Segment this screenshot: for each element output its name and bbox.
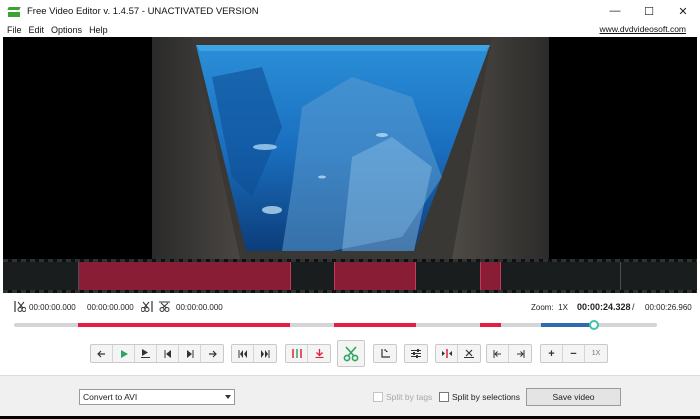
adjust-button[interactable]	[405, 345, 427, 362]
arrow-left-icon	[97, 350, 105, 357]
start-marker-icon[interactable]	[13, 300, 26, 313]
split-by-tags-label: Split by tags	[386, 392, 433, 402]
range-select-icon	[441, 349, 452, 358]
current-time: 00:00:24.328	[577, 302, 631, 312]
jump-controls	[231, 344, 277, 363]
timeline-selection[interactable]	[334, 259, 416, 293]
cut-start-time: 00:00:00.000	[29, 303, 76, 312]
next-marker-button[interactable]	[509, 345, 531, 362]
minimize-button[interactable]: —	[598, 0, 632, 22]
prev-marker-icon	[493, 349, 501, 358]
green-scissors-icon	[343, 345, 359, 361]
time-row: 00:00:00.000 00:00:00.000 00:00:00.000 Z…	[0, 297, 700, 317]
navigation-controls	[486, 344, 532, 363]
split-by-tags-checkbox[interactable]	[373, 392, 383, 402]
menu-help[interactable]: Help	[89, 25, 108, 35]
selection-range-bar	[334, 323, 416, 327]
menu-edit[interactable]: Edit	[29, 25, 45, 35]
download-icon	[315, 349, 323, 358]
timeline-sprocket-bottom	[3, 290, 697, 293]
split-by-selections-label: Split by selections	[452, 392, 521, 402]
skip-start-icon	[238, 349, 247, 358]
arrow-right-icon	[208, 350, 217, 357]
selection-range-bar	[78, 323, 290, 327]
video-frame	[152, 37, 549, 259]
select-range-button[interactable]	[436, 345, 458, 362]
title-bar: Free Video Editor v. 1.4.57 - UNACTIVATE…	[0, 0, 700, 22]
menu-options[interactable]: Options	[51, 25, 82, 35]
progress-track[interactable]	[14, 320, 657, 330]
playhead-knob[interactable]	[589, 320, 599, 330]
crop-button[interactable]	[374, 345, 396, 362]
selection-range-bar	[480, 323, 501, 327]
cut-marker-time: 00:00:00.000	[176, 303, 223, 312]
cut-button[interactable]	[337, 340, 365, 367]
end-marker-icon[interactable]	[141, 300, 154, 313]
zoom-speed-button[interactable]: 1X	[585, 345, 607, 362]
chevron-down-icon	[225, 395, 231, 399]
cut-end-time: 00:00:00.000	[87, 303, 134, 312]
timeline-selection[interactable]	[78, 259, 291, 293]
add-marker-button[interactable]	[286, 345, 308, 362]
aquarium-frame-image	[152, 37, 549, 259]
previous-frame-button[interactable]	[157, 345, 179, 362]
export-marker-button[interactable]	[308, 345, 330, 362]
play-icon	[120, 349, 128, 358]
website-link[interactable]: www.dvdvideosoft.com	[600, 24, 686, 34]
playback-progress-bar	[541, 323, 594, 327]
zoom-out-button[interactable]: −	[563, 345, 585, 362]
split-by-selections-checkbox[interactable]	[439, 392, 449, 402]
total-time: 00:00:26.960	[645, 303, 692, 312]
output-format-value: Convert to AVI	[83, 392, 138, 402]
skip-end-icon	[261, 349, 270, 358]
window-controls: — ☐ ✕	[598, 0, 700, 22]
settings-controls	[404, 344, 428, 363]
selection-controls	[435, 344, 481, 363]
menu-file[interactable]: File	[7, 25, 22, 35]
timeline-frame-divider	[620, 259, 621, 293]
marker-controls	[285, 344, 331, 363]
timeline-selection[interactable]	[480, 259, 501, 293]
time-separator: /	[632, 302, 635, 312]
delete-selection-icon	[464, 349, 474, 358]
zoom-label: Zoom:	[531, 303, 554, 312]
play-selection-button[interactable]	[135, 345, 157, 362]
bottom-bar: Convert to AVI Split by tags Split by se…	[0, 375, 700, 419]
crop-controls	[373, 344, 397, 363]
sliders-icon	[411, 349, 421, 358]
maximize-button[interactable]: ☐	[632, 0, 666, 22]
controls-row: + − 1X	[0, 340, 700, 367]
step-forward-button[interactable]	[201, 345, 223, 362]
next-frame-button[interactable]	[179, 345, 201, 362]
playback-controls	[90, 344, 224, 363]
next-frame-icon	[186, 349, 193, 358]
window-title: Free Video Editor v. 1.4.57 - UNACTIVATE…	[27, 5, 259, 17]
app-logo-icon	[7, 4, 21, 18]
save-video-button[interactable]: Save video	[526, 388, 621, 406]
play-button[interactable]	[113, 345, 135, 362]
menu-bar: File Edit Options Help www.dvdvideosoft.…	[0, 22, 700, 37]
zoom-in-button[interactable]: +	[541, 345, 563, 362]
go-to-end-button[interactable]	[254, 345, 276, 362]
close-button[interactable]: ✕	[666, 0, 700, 22]
crop-icon	[381, 348, 390, 358]
zoom-controls: + − 1X	[540, 344, 608, 363]
video-preview[interactable]	[3, 37, 697, 259]
timeline-strip[interactable]	[3, 259, 697, 293]
output-format-select[interactable]: Convert to AVI	[79, 389, 235, 405]
step-back-button[interactable]	[91, 345, 113, 362]
zoom-value: 1X	[558, 303, 568, 312]
timeline-sprocket-top	[3, 259, 697, 262]
play-selection-icon	[141, 349, 150, 358]
next-marker-icon	[516, 349, 524, 358]
previous-marker-button[interactable]	[487, 345, 509, 362]
zoom-readout: Zoom: 1X	[531, 303, 568, 312]
scissors-icon[interactable]	[158, 300, 171, 313]
timeline-frame-divider	[78, 259, 79, 293]
prev-frame-icon	[164, 349, 171, 358]
go-to-start-button[interactable]	[232, 345, 254, 362]
delete-selection-button[interactable]	[458, 345, 480, 362]
markers-icon	[291, 349, 302, 358]
